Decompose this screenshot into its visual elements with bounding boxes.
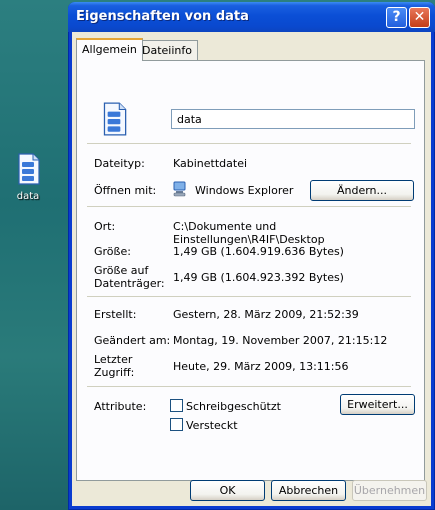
tab-allgemein[interactable]: Allgemein: [76, 38, 143, 61]
cabinet-file-icon: [18, 153, 40, 185]
window-title: Eigenschaften von data: [76, 9, 249, 24]
properties-dialog: Eigenschaften von data ? ✕ Allgemein Dat…: [68, 2, 435, 510]
apply-button[interactable]: Übernehmen: [352, 480, 427, 501]
ok-button[interactable]: OK: [190, 480, 265, 501]
readonly-label: Schreibgeschützt: [186, 400, 281, 413]
divider: [87, 206, 411, 207]
accessed-label-line1: Letzter: [94, 353, 133, 366]
accessed-label-line2: Zugriff:: [94, 366, 135, 379]
cabinet-file-icon: [103, 102, 127, 136]
created-value: Gestern, 28. März 2009, 21:52:39: [173, 308, 359, 321]
hidden-checkbox[interactable]: [170, 418, 183, 431]
windows-explorer-icon: [173, 181, 186, 197]
openwith-value: Windows Explorer: [195, 184, 294, 197]
size-label: Größe:: [94, 245, 131, 258]
filetype-label: Dateityp:: [94, 157, 145, 170]
divider: [87, 143, 411, 144]
filetype-value: Kabinettdatei: [173, 157, 248, 170]
desktop-icon-data[interactable]: data: [8, 152, 48, 202]
readonly-checkbox[interactable]: [170, 399, 183, 412]
change-button[interactable]: Ändern...: [310, 180, 414, 201]
modified-value: Montag, 19. November 2007, 21:15:12: [173, 334, 388, 347]
cancel-button[interactable]: Abbrechen: [271, 480, 346, 501]
accessed-value: Heute, 29. März 2009, 13:11:56: [173, 360, 349, 373]
divider: [87, 296, 411, 297]
disksize-label-line2: Datenträger:: [94, 277, 165, 290]
modified-label: Geändert am:: [94, 334, 171, 347]
openwith-label: Öffnen mit:: [94, 184, 157, 197]
close-button[interactable]: ✕: [409, 7, 430, 28]
hidden-label: Versteckt: [186, 419, 238, 432]
location-label: Ort:: [94, 220, 116, 233]
attributes-label: Attribute:: [94, 400, 147, 413]
disksize-label-line1: Größe auf: [94, 264, 149, 277]
title-bar[interactable]: Eigenschaften von data ? ✕: [68, 2, 435, 32]
file-name-input[interactable]: [171, 109, 415, 129]
desktop: data: [0, 0, 70, 510]
dialog-client-area: Allgemein Dateiinfo Dateityp: Kabinettda…: [72, 32, 431, 506]
created-label: Erstellt:: [94, 308, 137, 321]
divider: [87, 386, 411, 387]
disksize-value: 1,49 GB (1.604.923.392 Bytes): [173, 271, 344, 284]
size-value: 1,49 GB (1.604.919.636 Bytes): [173, 245, 344, 258]
tab-dateiinfo[interactable]: Dateiinfo: [136, 40, 198, 60]
advanced-button[interactable]: Erweitert...: [340, 394, 415, 415]
desktop-icon-label: data: [16, 191, 40, 202]
location-value: C:\Dokumente und Einstellungen\R4IF\Desk…: [173, 220, 325, 246]
help-button[interactable]: ?: [386, 7, 407, 28]
tab-panel-general: Dateityp: Kabinettdatei Öffnen mit: Wind…: [76, 60, 425, 481]
